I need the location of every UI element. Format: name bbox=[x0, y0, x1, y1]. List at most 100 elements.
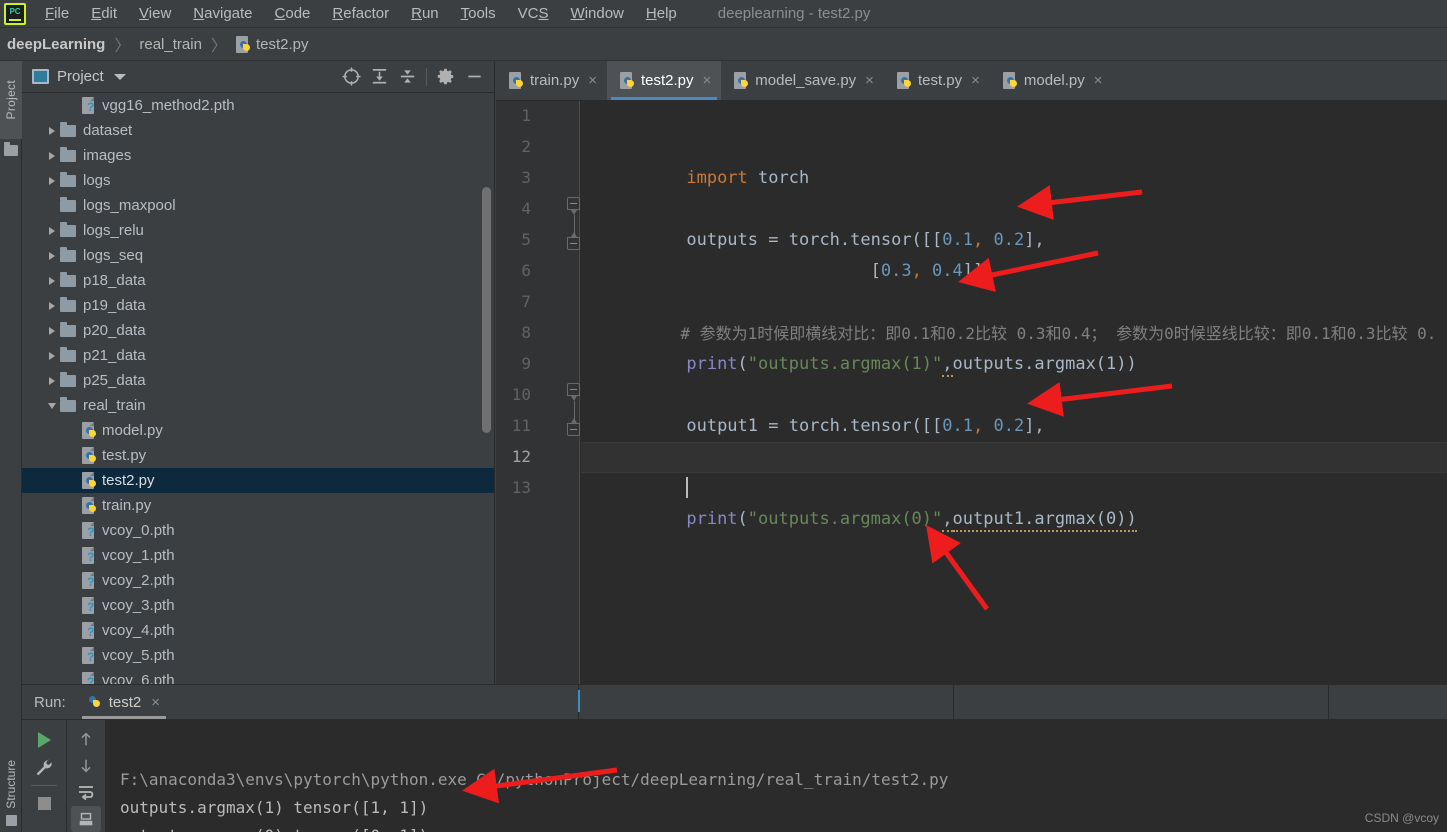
editor-gutter[interactable]: 1 2 3 4 5 6 7 8 9 10 11 12 13 bbox=[496, 101, 580, 684]
menu-item-code[interactable]: Code bbox=[264, 3, 322, 24]
tree-item-label: vcoy_4.pth bbox=[102, 622, 175, 639]
tree-item-vgg16-method2-pth[interactable]: ? vgg16_method2.pth bbox=[22, 93, 494, 118]
rerun-button[interactable] bbox=[29, 726, 59, 754]
collapse-all-icon[interactable] bbox=[393, 64, 421, 90]
fold-marker-start-4[interactable] bbox=[567, 197, 581, 215]
stripe-button-structure[interactable]: Structure bbox=[0, 760, 22, 826]
stop-button[interactable] bbox=[29, 789, 59, 817]
editor-tab-model-py[interactable]: model.py × bbox=[990, 61, 1113, 100]
close-icon[interactable]: × bbox=[588, 73, 597, 88]
run-tool-window-header: Run: test2 × bbox=[22, 685, 1447, 719]
tree-item-p20-data[interactable]: p20_data bbox=[22, 318, 494, 343]
tree-item-logs-seq[interactable]: logs_seq bbox=[22, 243, 494, 268]
tree-item-images[interactable]: images bbox=[22, 143, 494, 168]
editor-tab-test-py[interactable]: test.py × bbox=[884, 61, 990, 100]
tree-item-vcoy-3-pth[interactable]: ? vcoy_3.pth bbox=[22, 593, 494, 618]
chevron-right-icon[interactable] bbox=[44, 151, 60, 160]
project-tree[interactable]: ? vgg16_method2.pth dataset images logs logs_… bbox=[22, 93, 494, 684]
tree-item-vcoy-2-pth[interactable]: ? vcoy_2.pth bbox=[22, 568, 494, 593]
run-tab-test2[interactable]: test2 × bbox=[78, 685, 170, 719]
fold-marker-end-11[interactable] bbox=[567, 418, 581, 437]
tree-item-label: p25_data bbox=[83, 372, 146, 389]
close-icon[interactable]: × bbox=[151, 694, 160, 711]
tree-item-vcoy-0-pth[interactable]: ? vcoy_0.pth bbox=[22, 518, 494, 543]
pth-file-icon: ? bbox=[82, 597, 97, 614]
tree-item-logs[interactable]: logs bbox=[22, 168, 494, 193]
tree-item-vcoy-4-pth[interactable]: ? vcoy_4.pth bbox=[22, 618, 494, 643]
breadcrumb-item-test2-py[interactable]: test2.py bbox=[235, 35, 308, 53]
code-line-2: import torch bbox=[581, 132, 1447, 188]
editor-tab-test2-py[interactable]: test2.py × bbox=[606, 61, 722, 100]
print-button[interactable] bbox=[71, 805, 101, 832]
token-keyword-import: import bbox=[686, 168, 748, 188]
stripe-button-project[interactable]: Project bbox=[0, 61, 22, 139]
breadcrumb-item-deeplearning[interactable]: deepLearning bbox=[7, 36, 105, 53]
tree-item-vcoy-6-pth[interactable]: ? vcoy_6.pth bbox=[22, 668, 494, 684]
tree-item-p19-data[interactable]: p19_data bbox=[22, 293, 494, 318]
chevron-right-icon[interactable] bbox=[44, 126, 60, 135]
menu-item-window[interactable]: Window bbox=[560, 3, 635, 24]
settings-gear-icon[interactable] bbox=[432, 64, 460, 90]
breadcrumb-item-real-train[interactable]: real_train bbox=[139, 36, 202, 53]
tree-item-logs-maxpool[interactable]: logs_maxpool bbox=[22, 193, 494, 218]
menu-item-vcs[interactable]: VCS bbox=[507, 3, 560, 24]
tree-item-test2-py[interactable]: test2.py bbox=[22, 468, 494, 493]
menu-item-tools[interactable]: Tools bbox=[450, 3, 507, 24]
project-tree-scrollbar[interactable] bbox=[482, 187, 491, 433]
chevron-down-icon[interactable] bbox=[113, 73, 126, 80]
editor-tab-train-py[interactable]: train.py × bbox=[496, 61, 607, 100]
hide-panel-icon[interactable] bbox=[460, 64, 488, 90]
tree-item-real-train[interactable]: real_train bbox=[22, 393, 494, 418]
scroll-down-button[interactable] bbox=[71, 753, 101, 780]
python-file-icon bbox=[734, 72, 749, 89]
chevron-down-icon[interactable] bbox=[44, 402, 60, 409]
editor-tab-model-save-py[interactable]: model_save.py × bbox=[721, 61, 884, 100]
tree-item-p18-data[interactable]: p18_data bbox=[22, 268, 494, 293]
menu-item-view[interactable]: View bbox=[128, 3, 182, 24]
chevron-right-icon[interactable] bbox=[44, 176, 60, 185]
console-output[interactable]: F:\anaconda3\envs\pytorch\python.exe G:/… bbox=[106, 720, 1447, 832]
chevron-right-icon[interactable] bbox=[44, 351, 60, 360]
chevron-right-icon[interactable] bbox=[44, 251, 60, 260]
menu-item-run[interactable]: Run bbox=[400, 3, 450, 24]
tree-item-vcoy-1-pth[interactable]: ? vcoy_1.pth bbox=[22, 543, 494, 568]
close-icon[interactable]: × bbox=[971, 73, 980, 88]
stripe-project-label: Project bbox=[4, 80, 18, 120]
scroll-up-button[interactable] bbox=[71, 726, 101, 753]
menu-item-file[interactable]: File bbox=[34, 3, 80, 24]
tree-item-label: vcoy_0.pth bbox=[102, 522, 175, 539]
menu-item-refactor[interactable]: Refactor bbox=[321, 3, 400, 24]
locate-target-icon[interactable] bbox=[337, 64, 365, 90]
tree-item-p21-data[interactable]: p21_data bbox=[22, 343, 494, 368]
close-icon[interactable]: × bbox=[1094, 73, 1103, 88]
chevron-right-icon[interactable] bbox=[44, 226, 60, 235]
tree-item-label: train.py bbox=[102, 497, 152, 514]
settings-button[interactable] bbox=[29, 754, 59, 782]
menu-item-navigate[interactable]: Navigate bbox=[182, 3, 263, 24]
tree-item-vcoy-5-pth[interactable]: ? vcoy_5.pth bbox=[22, 643, 494, 668]
fold-marker-end-5[interactable] bbox=[567, 232, 581, 251]
tree-item-dataset[interactable]: dataset bbox=[22, 118, 494, 143]
python-file-icon bbox=[619, 72, 635, 89]
line-number-13: 13 bbox=[511, 478, 531, 497]
tree-item-test-py[interactable]: test.py bbox=[22, 443, 494, 468]
tree-item-p25-data[interactable]: p25_data bbox=[22, 368, 494, 393]
chevron-right-icon[interactable] bbox=[44, 326, 60, 335]
chevron-right-icon[interactable] bbox=[44, 301, 60, 310]
tree-item-logs-relu[interactable]: logs_relu bbox=[22, 218, 494, 243]
fold-marker-start-10[interactable] bbox=[567, 383, 581, 401]
close-icon[interactable]: × bbox=[703, 73, 712, 88]
menu-item-help[interactable]: Help bbox=[635, 3, 688, 24]
code-content[interactable]: import torch outputs = torch.tensor([[0.… bbox=[581, 101, 1447, 684]
tree-item-train-py[interactable]: train.py bbox=[22, 493, 494, 518]
expand-all-icon[interactable] bbox=[365, 64, 393, 90]
chevron-right-icon[interactable] bbox=[44, 276, 60, 285]
close-icon[interactable]: × bbox=[865, 73, 874, 88]
soft-wrap-button[interactable] bbox=[71, 779, 101, 806]
code-editor[interactable]: 1 2 3 4 5 6 7 8 9 10 11 12 13 import torch outputs =… bbox=[496, 101, 1447, 684]
chevron-right-icon[interactable] bbox=[44, 376, 60, 385]
tree-item-model-py[interactable]: model.py bbox=[22, 418, 494, 443]
run-actions-secondary bbox=[67, 720, 105, 832]
editor-tab-bar: train.py × test2.py × model_save.py × test.py ×… bbox=[496, 61, 1447, 101]
menu-item-edit[interactable]: Edit bbox=[80, 3, 128, 24]
